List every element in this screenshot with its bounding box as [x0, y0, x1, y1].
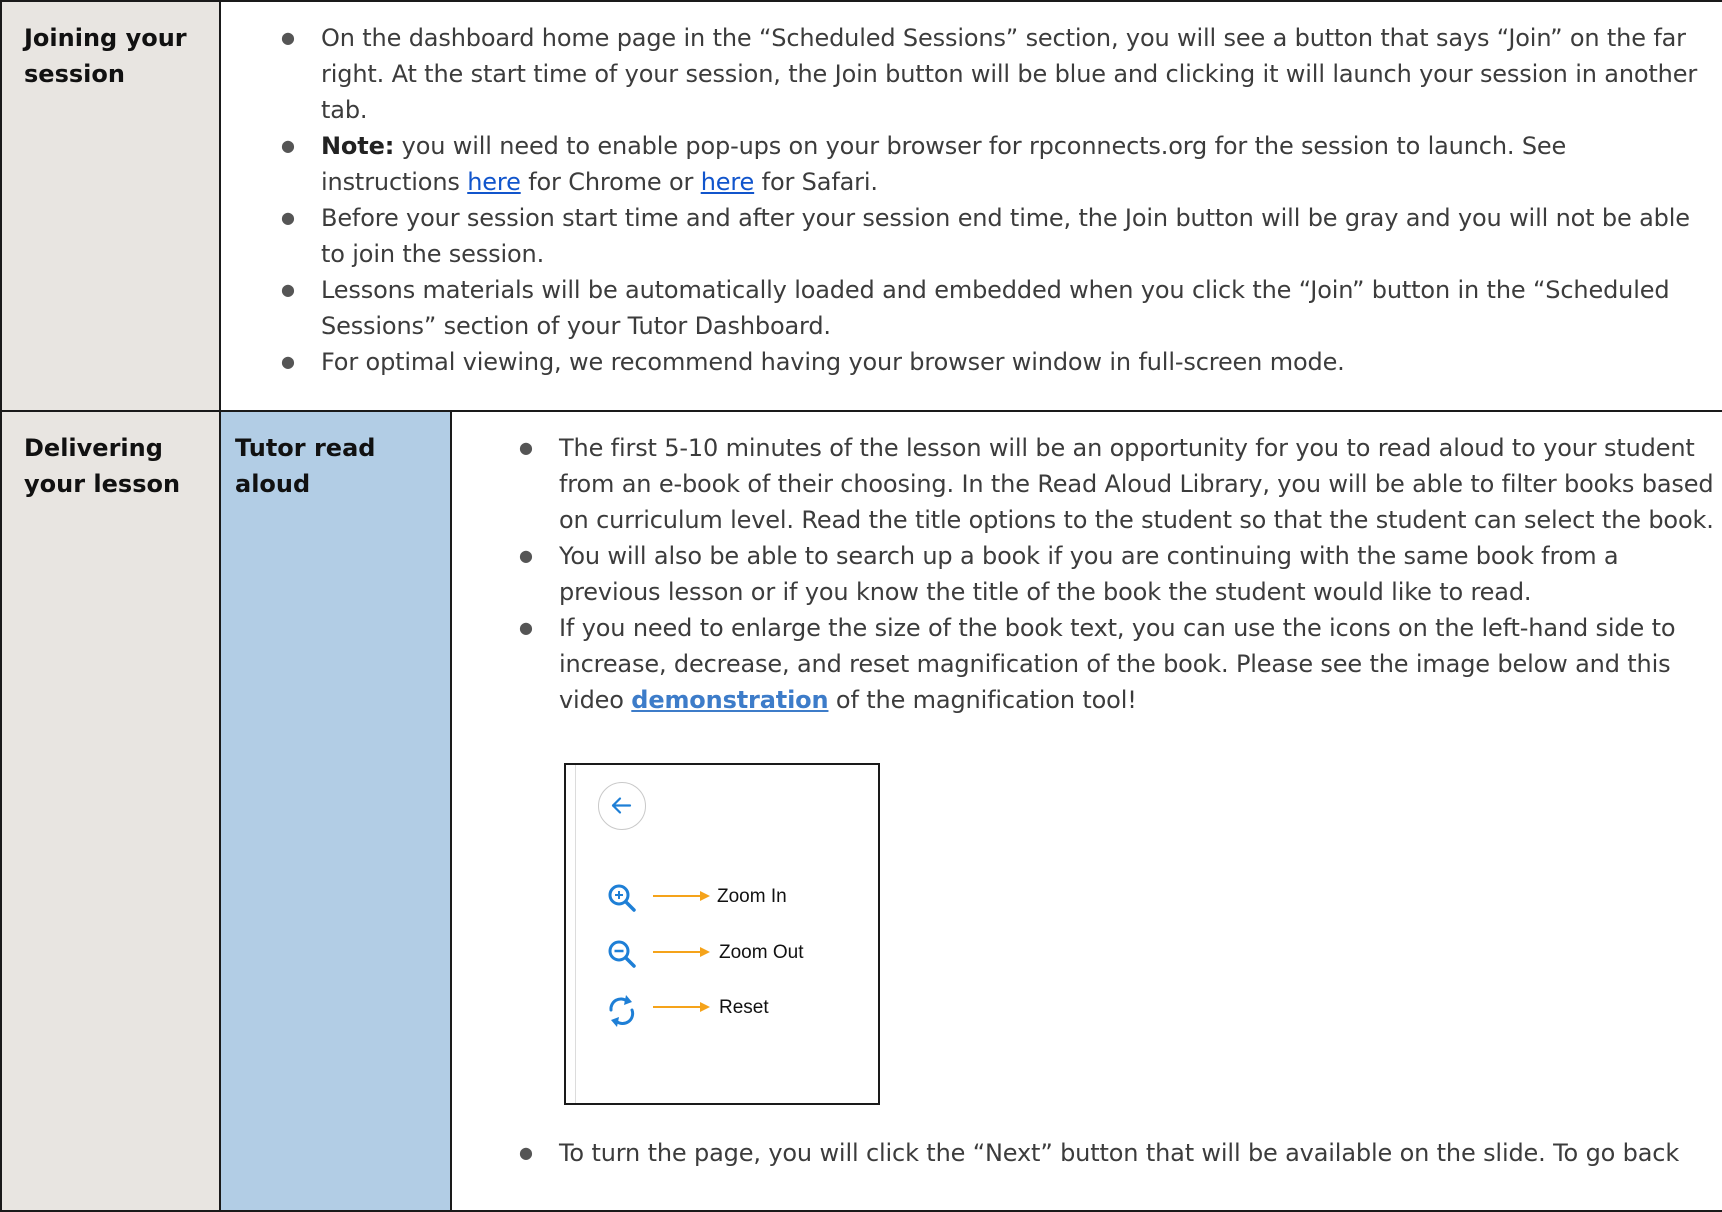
list-item: ● For optimal viewing, we recommend havin… — [281, 344, 1711, 380]
bullet-list: ● On the dashboard home page in the “Sche… — [281, 20, 1711, 380]
bullet-dot: ● — [519, 618, 533, 637]
chrome-instructions-link[interactable]: here — [467, 168, 521, 196]
row-delivering-lesson: Delivering your lesson Tutor read aloud … — [0, 410, 1722, 1212]
back-arrow-icon — [611, 797, 632, 814]
row-content-joining: ● On the dashboard home page in the “Sche… — [219, 0, 1722, 412]
reset-icon — [609, 995, 635, 1027]
bullet-dot: ● — [519, 438, 533, 457]
bullet-dot: ● — [281, 208, 295, 227]
row-label-joining: Joining your session — [0, 0, 221, 412]
bullet-dot: ● — [519, 1143, 533, 1162]
sublabel-text: Tutor read aloud — [235, 434, 376, 498]
bullet-dot: ● — [281, 28, 295, 47]
magnification-tool-image: Zoom In Zoom Out Reset — [564, 763, 880, 1105]
sidebar-divider — [575, 765, 576, 1103]
demonstration-video-link[interactable]: demonstration — [631, 686, 828, 714]
bullet-dot: ● — [281, 280, 295, 299]
list-item: ● The first 5-10 minutes of the lesson wi… — [519, 430, 1719, 538]
reset-label: Reset — [719, 997, 769, 1018]
row-label-text: Delivering your lesson — [24, 434, 181, 498]
safari-instructions-link[interactable]: here — [701, 168, 755, 196]
row-label-text: Joining your session — [24, 24, 187, 88]
list-item: ● You will also be able to search up a bo… — [519, 538, 1719, 610]
instructions-table: Joining your session ● On the dashboard h… — [0, 0, 1722, 1212]
bullet-list: ● To turn the page, you will click the “N… — [519, 1135, 1719, 1171]
bullet-dot: ● — [281, 136, 295, 155]
list-item: ● If you need to enlarge the size of the … — [519, 610, 1719, 718]
bullet-dot: ● — [519, 546, 533, 565]
orange-arrow-icon — [653, 891, 710, 901]
back-button — [598, 782, 646, 830]
zoom-in-icon — [608, 884, 636, 912]
list-item: ● On the dashboard home page in the “Sche… — [281, 20, 1711, 128]
orange-arrow-icon — [653, 1002, 710, 1012]
row-content-delivering: ● The first 5-10 minutes of the lesson wi… — [450, 410, 1722, 1212]
bullet-list: ● The first 5-10 minutes of the lesson wi… — [519, 430, 1719, 718]
row-label-delivering: Delivering your lesson — [0, 410, 221, 1212]
bullet-dot: ● — [281, 352, 295, 371]
orange-arrow-icon — [653, 947, 710, 957]
row-joining-session: Joining your session ● On the dashboard h… — [0, 0, 1722, 412]
list-item: ● To turn the page, you will click the “N… — [519, 1135, 1719, 1171]
note-label: Note: — [321, 132, 395, 160]
list-item: ● Lessons materials will be automatically… — [281, 272, 1711, 344]
list-item: ● Before your session start time and afte… — [281, 200, 1711, 272]
zoom-out-label: Zoom Out — [719, 942, 804, 963]
zoom-out-icon — [608, 940, 636, 968]
row-sublabel-read-aloud: Tutor read aloud — [219, 410, 452, 1212]
list-item: ● Note: you will need to enable pop-ups o… — [281, 128, 1711, 200]
zoom-in-label: Zoom In — [717, 886, 787, 907]
